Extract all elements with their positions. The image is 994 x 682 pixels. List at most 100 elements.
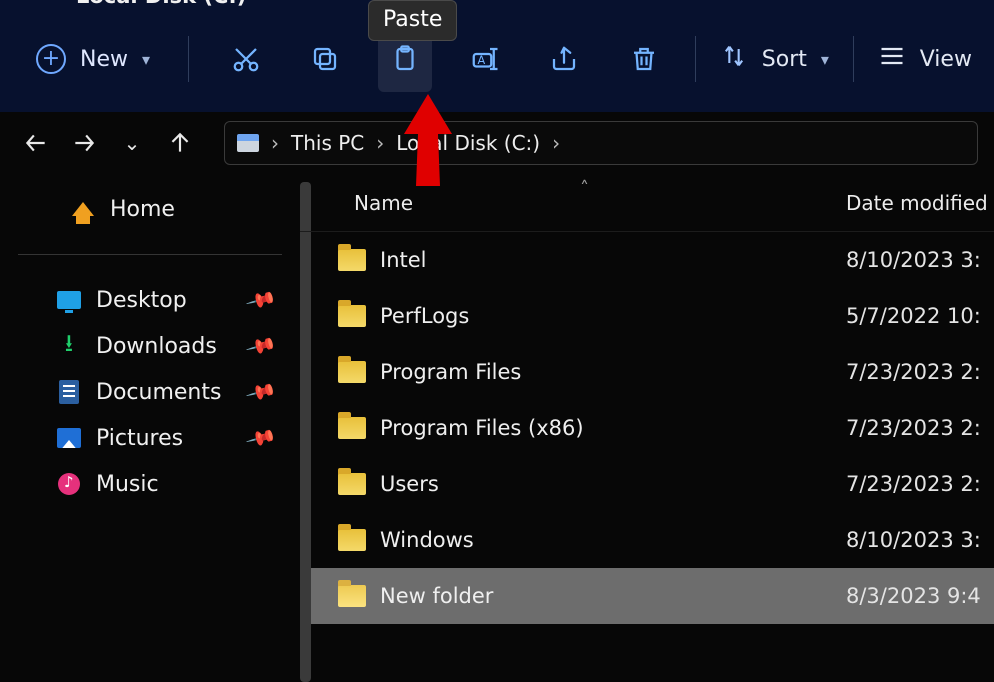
content-pane: ˄ Name Date modified Intel8/10/2023 3:Pe… bbox=[300, 174, 994, 682]
view-label: View bbox=[920, 47, 972, 72]
rename-button[interactable]: A bbox=[458, 26, 512, 92]
chevron-right-icon: › bbox=[374, 131, 386, 155]
sidebar-item-label: Music bbox=[96, 472, 159, 497]
file-date: 7/23/2023 2: bbox=[846, 416, 994, 440]
chevron-down-icon: ▾ bbox=[821, 50, 829, 69]
chevron-right-icon: › bbox=[269, 131, 281, 155]
folder-icon bbox=[338, 361, 366, 383]
breadcrumb[interactable]: › This PC › Local Disk (C:) › bbox=[224, 121, 978, 165]
file-row[interactable]: New folder 8/3/2023 9:4 bbox=[300, 568, 994, 624]
folder-icon bbox=[338, 249, 366, 271]
forward-button[interactable] bbox=[64, 123, 104, 163]
clipboard-icon bbox=[390, 44, 420, 74]
home-icon bbox=[70, 196, 96, 222]
view-button[interactable]: View bbox=[878, 42, 972, 76]
recent-button[interactable]: ⌄ bbox=[112, 123, 152, 163]
sidebar-item-downloads[interactable]: ⭳ Downloads 📌 bbox=[0, 323, 300, 369]
chevron-down-icon: ▾ bbox=[142, 50, 150, 69]
pin-icon: 📌 bbox=[245, 329, 279, 362]
svg-text:A: A bbox=[477, 54, 485, 67]
file-date: 8/3/2023 9:4 bbox=[846, 584, 994, 608]
desktop-icon bbox=[56, 287, 82, 313]
file-name: PerfLogs bbox=[380, 304, 469, 328]
share-button[interactable] bbox=[538, 26, 592, 92]
back-button[interactable] bbox=[16, 123, 56, 163]
nav-row: ⌄ › This PC › Local Disk (C:) › bbox=[0, 112, 994, 174]
folder-icon bbox=[338, 585, 366, 607]
sidebar-item-label: Desktop bbox=[96, 288, 187, 313]
sort-button[interactable]: Sort ▾ bbox=[720, 42, 829, 76]
chevron-right-icon: › bbox=[550, 131, 562, 155]
document-icon bbox=[56, 379, 82, 405]
separator bbox=[18, 254, 282, 255]
delete-button[interactable] bbox=[617, 26, 671, 92]
paste-tooltip: Paste bbox=[368, 0, 457, 41]
plus-icon: + bbox=[36, 44, 66, 74]
up-button[interactable] bbox=[160, 123, 200, 163]
pin-icon: 📌 bbox=[245, 283, 279, 316]
sidebar-item-label: Home bbox=[110, 197, 175, 222]
sidebar-item-pictures[interactable]: Pictures 📌 bbox=[0, 415, 300, 461]
new-label: New bbox=[80, 47, 128, 72]
sidebar-item-documents[interactable]: Documents 📌 bbox=[0, 369, 300, 415]
folder-icon bbox=[338, 417, 366, 439]
sidebar: Home Desktop 📌 ⭳ Downloads 📌 Documents 📌 bbox=[0, 174, 300, 682]
crumb-this-pc[interactable]: This PC bbox=[291, 131, 364, 155]
file-name: Windows bbox=[380, 528, 474, 552]
file-date: 7/23/2023 2: bbox=[846, 472, 994, 496]
folder-icon bbox=[338, 473, 366, 495]
arrow-left-icon bbox=[23, 130, 49, 156]
sidebar-item-music[interactable]: Music bbox=[0, 461, 300, 507]
file-date: 8/10/2023 3: bbox=[846, 528, 994, 552]
download-icon: ⭳ bbox=[56, 333, 82, 359]
file-name: Users bbox=[380, 472, 439, 496]
cut-button[interactable] bbox=[219, 26, 273, 92]
separator bbox=[188, 36, 189, 82]
file-row[interactable]: Intel8/10/2023 3: bbox=[300, 232, 994, 288]
trash-icon bbox=[629, 44, 659, 74]
separator bbox=[853, 36, 854, 82]
file-list: Intel8/10/2023 3:PerfLogs5/7/2022 10:Pro… bbox=[300, 232, 994, 682]
chevron-down-icon: ⌄ bbox=[124, 131, 141, 155]
picture-icon bbox=[56, 425, 82, 451]
separator bbox=[695, 36, 696, 82]
file-name: Intel bbox=[380, 248, 427, 272]
sidebar-item-label: Downloads bbox=[96, 334, 217, 359]
copy-icon bbox=[310, 44, 340, 74]
sidebar-item-label: Pictures bbox=[96, 426, 183, 451]
folder-icon bbox=[338, 529, 366, 551]
column-headers: ˄ Name Date modified bbox=[300, 174, 994, 232]
file-row[interactable]: Program Files (x86)7/23/2023 2: bbox=[300, 400, 994, 456]
sort-label: Sort bbox=[762, 47, 807, 72]
copy-button[interactable] bbox=[299, 26, 353, 92]
arrow-up-icon bbox=[167, 130, 193, 156]
folder-icon bbox=[338, 305, 366, 327]
file-date: 5/7/2022 10: bbox=[846, 304, 994, 328]
music-icon bbox=[56, 471, 82, 497]
file-name: Program Files bbox=[380, 360, 521, 384]
arrow-right-icon bbox=[71, 130, 97, 156]
crumb-local-disk[interactable]: Local Disk (C:) bbox=[396, 131, 540, 155]
file-row[interactable]: Windows 8/10/2023 3: bbox=[300, 512, 994, 568]
column-date[interactable]: Date modified bbox=[846, 191, 994, 215]
rename-icon: A bbox=[470, 44, 500, 74]
window-title: Local Disk (C:) bbox=[76, 0, 246, 8]
new-button[interactable]: + New ▾ bbox=[22, 36, 164, 82]
share-icon bbox=[549, 44, 579, 74]
file-name: New folder bbox=[380, 584, 493, 608]
sidebar-item-home[interactable]: Home bbox=[0, 186, 300, 232]
pin-icon: 📌 bbox=[245, 375, 279, 408]
file-date: 7/23/2023 2: bbox=[846, 360, 994, 384]
file-row[interactable]: PerfLogs 5/7/2022 10: bbox=[300, 288, 994, 344]
sidebar-item-desktop[interactable]: Desktop 📌 bbox=[0, 277, 300, 323]
column-name[interactable]: Name bbox=[354, 191, 846, 215]
scrollbar[interactable] bbox=[300, 182, 311, 682]
file-row[interactable]: Program Files 7/23/2023 2: bbox=[300, 344, 994, 400]
drive-icon bbox=[237, 134, 259, 152]
scissors-icon bbox=[231, 44, 261, 74]
view-icon bbox=[878, 42, 906, 76]
pin-icon: 📌 bbox=[245, 421, 279, 454]
sort-icon bbox=[720, 42, 748, 76]
sidebar-item-label: Documents bbox=[96, 380, 221, 405]
file-row[interactable]: Users 7/23/2023 2: bbox=[300, 456, 994, 512]
